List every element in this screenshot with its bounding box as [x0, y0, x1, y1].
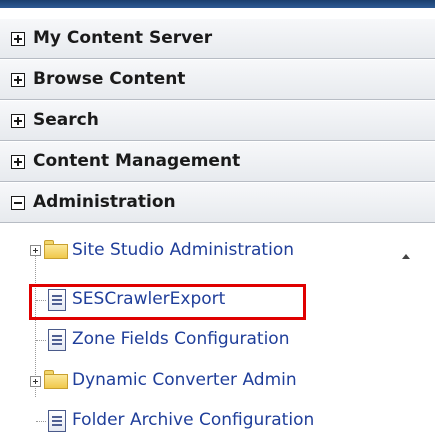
- panel-content-management[interactable]: Content Management: [0, 141, 435, 182]
- panel-administration[interactable]: Administration: [0, 182, 435, 223]
- tree-item-label[interactable]: Folder Archive Configuration: [72, 410, 314, 430]
- highlight-box: [29, 284, 306, 320]
- panel-title: Browse Content: [33, 69, 186, 89]
- panel-title: My Content Server: [33, 28, 213, 48]
- folder-icon: [44, 370, 68, 389]
- tree-connector: [36, 421, 46, 422]
- tree-item-label[interactable]: Site Studio Administration: [72, 240, 294, 260]
- tree-item-label[interactable]: Dynamic Converter Admin: [72, 370, 297, 390]
- panel-title: Search: [33, 110, 99, 130]
- page-icon: [48, 410, 66, 432]
- tree-connector: [35, 250, 36, 397]
- expand-icon[interactable]: [11, 73, 25, 87]
- tree-item-label[interactable]: Zone Fields Configuration: [72, 329, 289, 349]
- panel-title: Administration: [33, 192, 176, 212]
- panel-browse-content[interactable]: Browse Content: [0, 59, 435, 100]
- panel-my-content-server[interactable]: My Content Server: [0, 18, 435, 59]
- expand-icon[interactable]: [11, 32, 25, 46]
- panel-search[interactable]: Search: [0, 100, 435, 141]
- folder-icon: [44, 240, 68, 259]
- expand-icon[interactable]: [11, 155, 25, 169]
- admin-tree: Site Studio Administration SESCrawlerExp…: [0, 226, 435, 432]
- panel-title: Content Management: [33, 151, 241, 171]
- scroll-up-arrow-icon[interactable]: [402, 254, 410, 259]
- collapse-icon[interactable]: [11, 196, 25, 210]
- expand-icon[interactable]: [11, 114, 25, 128]
- top-bar: [0, 0, 435, 8]
- expand-icon[interactable]: [30, 245, 41, 256]
- expand-icon[interactable]: [30, 376, 41, 387]
- tree-connector: [36, 340, 46, 341]
- page-icon: [48, 329, 66, 351]
